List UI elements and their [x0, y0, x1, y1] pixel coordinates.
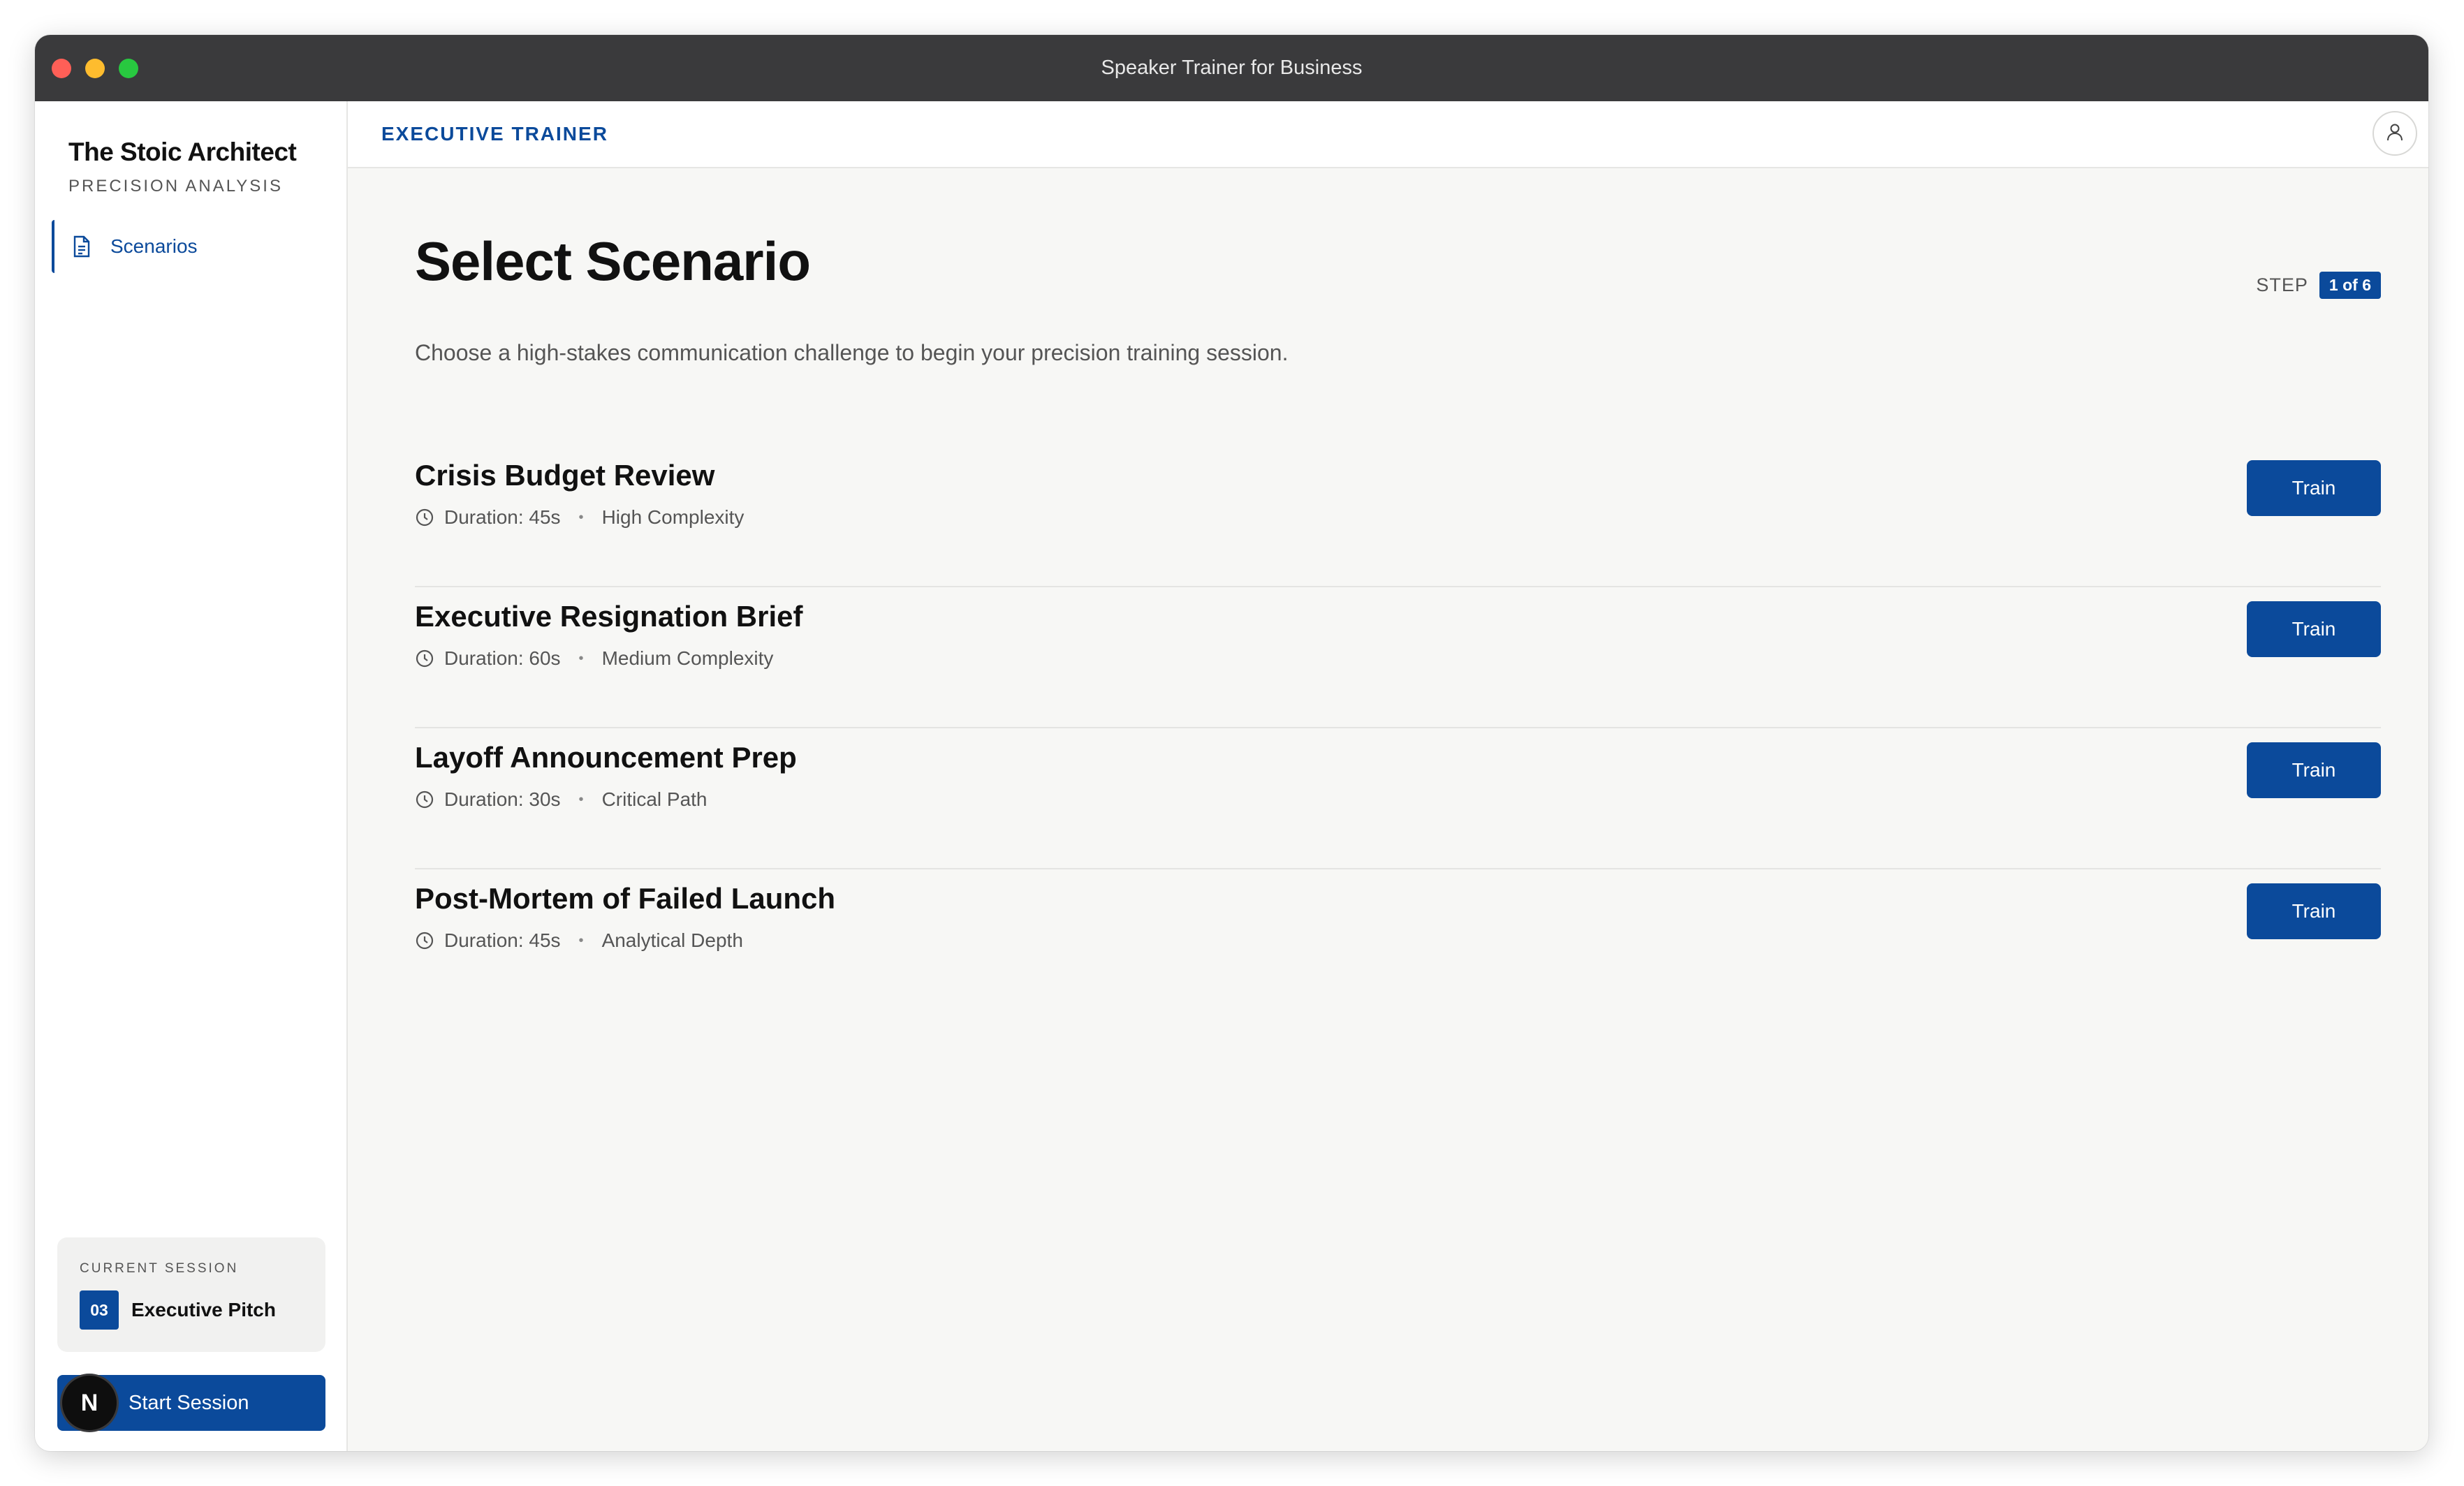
scenario-title: Executive Resignation Brief	[415, 600, 803, 633]
scenario-complexity: Analytical Depth	[601, 929, 743, 951]
train-button[interactable]: Train	[2247, 742, 2381, 798]
meta-separator: •	[578, 509, 584, 525]
document-icon	[73, 235, 94, 258]
current-session-label: CURRENT SESSION	[80, 1261, 239, 1276]
meta-separator: •	[578, 650, 584, 666]
scenario-duration: Duration: 45s	[444, 929, 561, 951]
start-session-label: Start Session	[129, 1391, 249, 1414]
minimize-window-button[interactable]	[85, 59, 105, 78]
meta-separator: •	[578, 791, 584, 807]
scenario-meta: Duration: 30s • Critical Path	[415, 788, 707, 811]
brand-subtitle: PRECISION ANALYSIS	[68, 177, 283, 196]
scenario-duration: Duration: 60s	[444, 647, 561, 669]
scenario-row: Executive Resignation Brief Duration: 60…	[415, 587, 2381, 728]
scenario-title: Layoff Announcement Prep	[415, 741, 797, 774]
session-number-badge: 03	[80, 1290, 119, 1330]
train-button[interactable]: Train	[2247, 883, 2381, 939]
step-indicator: STEP 1 of 6	[2256, 272, 2381, 299]
page-description: Choose a high-stakes communication chall…	[415, 340, 1289, 365]
scenario-meta: Duration: 45s • Analytical Depth	[415, 929, 743, 952]
scenario-list: Crisis Budget Review Duration: 45s • Hig…	[415, 446, 2381, 1010]
brand-title: The Stoic Architect	[68, 138, 297, 166]
clock-icon	[415, 508, 434, 527]
scenario-complexity: High Complexity	[601, 506, 745, 528]
scenario-duration: Duration: 45s	[444, 506, 561, 528]
sidebar: The Stoic Architect PRECISION ANALYSIS S…	[35, 101, 348, 1451]
current-session-card: CURRENT SESSION 03 Executive Pitch	[57, 1237, 325, 1352]
scenario-meta: Duration: 45s • High Complexity	[415, 506, 744, 529]
train-button[interactable]: Train	[2247, 460, 2381, 516]
scenario-row: Layoff Announcement Prep Duration: 30s •…	[415, 728, 2381, 869]
start-session-button[interactable]: N Start Session	[57, 1374, 325, 1432]
session-name: Executive Pitch	[131, 1299, 276, 1321]
step-label: STEP	[2256, 274, 2308, 295]
page-title: Select Scenario	[415, 230, 811, 292]
top-bar: EXECUTIVE TRAINER	[348, 101, 2428, 168]
user-icon	[2386, 122, 2404, 145]
clock-icon	[415, 931, 434, 950]
scenario-title: Post-Mortem of Failed Launch	[415, 882, 836, 915]
user-avatar-button[interactable]	[2373, 111, 2417, 156]
scenario-complexity: Critical Path	[601, 788, 707, 810]
scenario-meta: Duration: 60s • Medium Complexity	[415, 647, 773, 670]
window-controls	[52, 59, 138, 78]
scenario-row: Crisis Budget Review Duration: 45s • Hig…	[415, 446, 2381, 587]
app-window: Speaker Trainer for Business The Stoic A…	[35, 35, 2428, 1451]
scenario-row: Post-Mortem of Failed Launch Duration: 4…	[415, 869, 2381, 1010]
train-button[interactable]: Train	[2247, 601, 2381, 657]
meta-separator: •	[578, 932, 584, 948]
window-title: Speaker Trainer for Business	[1101, 57, 1363, 79]
title-bar: Speaker Trainer for Business	[35, 35, 2428, 101]
main-content: Select Scenario Choose a high-stakes com…	[348, 167, 2428, 1451]
n-logo-icon[interactable]: N	[60, 1374, 119, 1432]
scenario-duration: Duration: 30s	[444, 788, 561, 810]
clock-icon	[415, 790, 434, 809]
sidebar-item-label: Scenarios	[110, 235, 198, 257]
scenario-complexity: Medium Complexity	[601, 647, 774, 669]
maximize-window-button[interactable]	[119, 59, 138, 78]
topbar-title: EXECUTIVE TRAINER	[381, 123, 608, 145]
step-badge: 1 of 6	[2319, 272, 2381, 299]
clock-icon	[415, 649, 434, 668]
close-window-button[interactable]	[52, 59, 71, 78]
scenario-title: Crisis Budget Review	[415, 459, 715, 492]
sidebar-item-scenarios[interactable]: Scenarios	[52, 220, 331, 273]
